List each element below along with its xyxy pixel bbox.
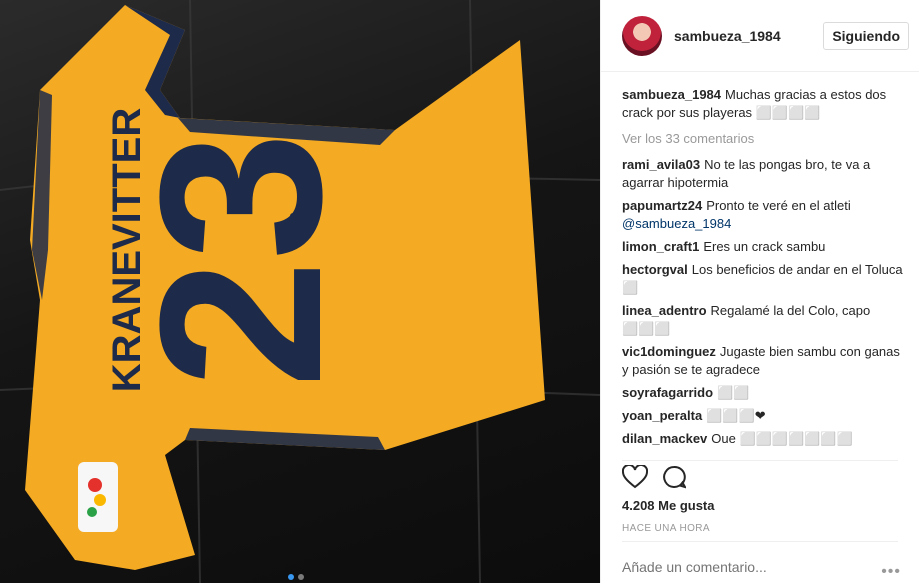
comment-item: vic1dominguez Jugaste bien sambu con gana… <box>622 343 905 379</box>
comment-username[interactable]: linea_adentro <box>622 303 707 318</box>
heart-icon[interactable] <box>622 465 648 489</box>
comment-username[interactable]: limon_craft1 <box>622 239 699 254</box>
divider <box>622 460 898 461</box>
comment-list: sambueza_1984 Muchas gracias a estos dos … <box>622 86 905 458</box>
comment-text: Eres un crack sambu <box>703 239 826 254</box>
laliga-patch-icon <box>78 462 118 532</box>
side-panel: sambueza_1984 Siguiendo sambueza_1984 Muc… <box>600 0 919 583</box>
caption-username[interactable]: sambueza_1984 <box>622 87 721 102</box>
carousel-dot[interactable] <box>288 574 294 580</box>
following-button[interactable]: Siguiendo <box>823 21 909 50</box>
comment-username[interactable]: yoan_peralta <box>622 408 702 423</box>
view-all-comments-link[interactable]: Ver los 33 comentarios <box>622 130 905 148</box>
comment-item: limon_craft1 Eres un crack sambu <box>622 238 905 256</box>
comment-text: ⬜⬜ <box>717 385 750 400</box>
comment-item: hectorgval Los beneficios de andar en el … <box>622 261 905 297</box>
comment-text: ⬜⬜⬜❤ <box>706 408 766 423</box>
comment-item: rami_avila03 No te las pongas bro, te va … <box>622 156 905 192</box>
comment-item: linea_adentro Regalamé la del Colo, capo … <box>622 302 905 338</box>
comment-item: dilan_mackev Oue ⬜⬜⬜⬜⬜⬜⬜ <box>622 430 905 448</box>
post-photo[interactable]: KRANEVITTER 23 <box>0 0 600 583</box>
avatar[interactable] <box>622 15 662 56</box>
comment-username[interactable]: hectorgval <box>622 262 688 277</box>
caption: sambueza_1984 Muchas gracias a estos dos … <box>622 86 905 122</box>
header-username[interactable]: sambueza_1984 <box>674 28 823 44</box>
crest-icon <box>290 213 306 231</box>
post-timestamp: HACE UNA HORA <box>622 523 710 534</box>
comment-username[interactable]: dilan_mackev <box>622 431 707 446</box>
comment-username[interactable]: soyrafagarrido <box>622 385 713 400</box>
post-header: sambueza_1984 Siguiendo <box>601 0 919 72</box>
comment-username[interactable]: papumartz24 <box>622 198 702 213</box>
comment-text: Pronto te veré en el atleti <box>706 198 851 213</box>
more-options-icon[interactable]: ••• <box>881 563 901 581</box>
add-comment-input[interactable] <box>622 559 862 575</box>
action-bar <box>622 462 686 492</box>
carousel-dots[interactable] <box>288 574 304 580</box>
comment-username[interactable]: rami_avila03 <box>622 157 700 172</box>
comment-text: Oue ⬜⬜⬜⬜⬜⬜⬜ <box>711 431 853 446</box>
comment-mention[interactable]: @sambueza_1984 <box>622 216 731 231</box>
comment-item: soyrafagarrido ⬜⬜ <box>622 384 905 402</box>
likes-count[interactable]: 4.208 Me gusta <box>622 498 715 513</box>
jersey-number: 23 <box>112 132 369 388</box>
post-view: KRANEVITTER 23 sambueza_1984 Siguiendo s… <box>0 0 919 583</box>
comment-item: papumartz24 Pronto te veré en el atleti @… <box>622 197 905 233</box>
comment-username[interactable]: vic1dominguez <box>622 344 716 359</box>
comment-item: yoan_peralta ⬜⬜⬜❤ <box>622 407 905 425</box>
comment-icon[interactable] <box>662 465 686 489</box>
carousel-dot[interactable] <box>298 574 304 580</box>
crest-icon <box>296 323 312 341</box>
divider <box>622 541 898 542</box>
jersey-image: KRANEVITTER 23 <box>0 0 600 583</box>
